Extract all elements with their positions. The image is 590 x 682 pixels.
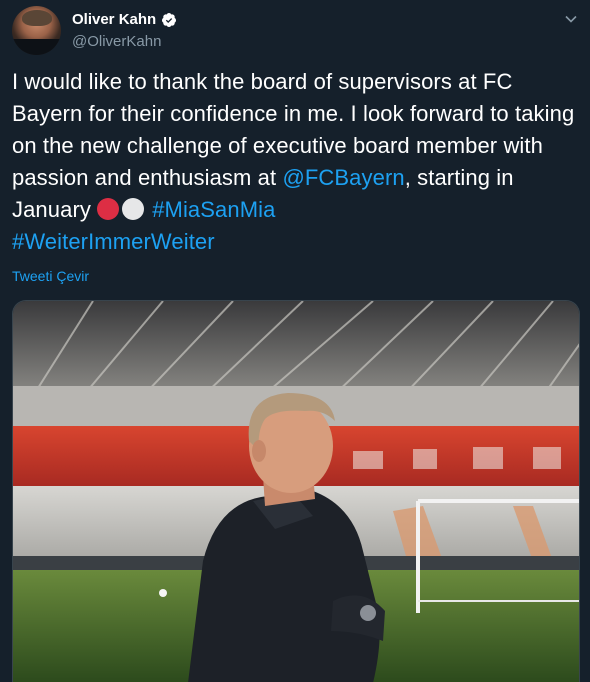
tweet-card[interactable]: Oliver Kahn @OliverKahn I would like to … xyxy=(0,0,590,682)
tweet-media-photo[interactable] xyxy=(12,300,580,682)
hashtag-link[interactable]: #MiaSanMia xyxy=(152,197,275,222)
chevron-down-icon[interactable] xyxy=(564,12,578,26)
stadium-photo xyxy=(13,301,579,682)
avatar-hair xyxy=(22,10,52,26)
mention-link[interactable]: @FCBayern xyxy=(282,165,404,190)
verified-badge-icon xyxy=(162,12,177,27)
avatar[interactable] xyxy=(12,6,61,55)
author-display-name[interactable]: Oliver Kahn xyxy=(72,11,156,28)
white-circle-emoji xyxy=(122,198,145,220)
hashtag-link[interactable]: #WeiterImmerWeiter xyxy=(12,229,215,254)
red-circle-emoji xyxy=(97,198,120,220)
translate-tweet-link[interactable]: Tweeti Çevir xyxy=(12,268,89,284)
tweet-text: I would like to thank the board of super… xyxy=(12,66,578,258)
author-handle[interactable]: @OliverKahn xyxy=(72,33,161,50)
author-name-row[interactable]: Oliver Kahn xyxy=(72,11,177,28)
avatar-shirt xyxy=(12,39,61,55)
